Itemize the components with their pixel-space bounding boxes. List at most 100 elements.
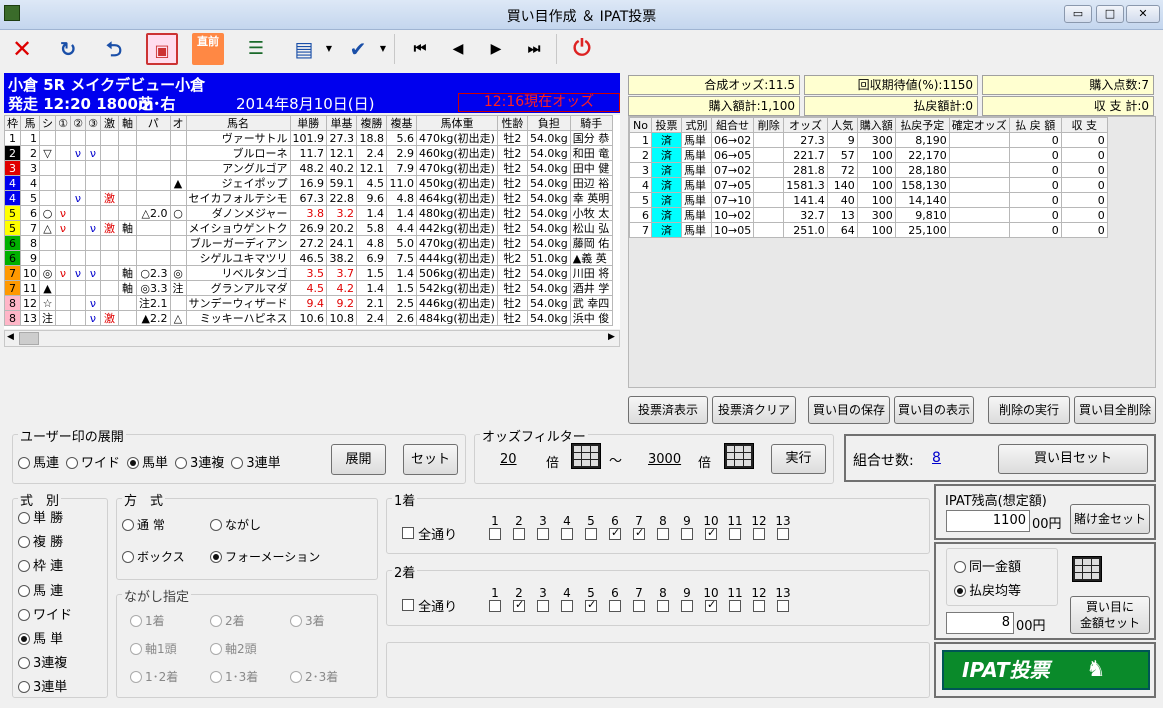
bet-row[interactable]: 7 済馬単 10→05 251.0 64 100 25,100 0 0 xyxy=(629,222,1108,238)
expand-button[interactable]: 展開 xyxy=(331,444,386,475)
horse-row[interactable]: 7 10 ◎ ν ν ν 軸 ○2.3 ◎ リベルタンゴ 3.5 3.7 1.5 1.4 506kg(初出走… xyxy=(4,265,613,281)
houshiki-opt-formation[interactable]: フォーメーション xyxy=(210,548,320,565)
horse-col-header[interactable]: 馬体重 xyxy=(416,115,498,131)
horse-col-header[interactable]: 騎手 xyxy=(569,115,613,131)
first-number-9[interactable]: 9 xyxy=(676,514,698,543)
shikibetsu-option[interactable]: 馬 連 xyxy=(18,580,72,604)
next-record-icon[interactable]: ▶ xyxy=(480,33,512,65)
second-number-6[interactable]: 6 xyxy=(604,586,626,615)
second-number-7[interactable]: 7 xyxy=(628,586,650,615)
horse-col-header[interactable]: ② xyxy=(70,115,86,131)
second-number-2[interactable]: 2 xyxy=(508,586,530,615)
ipat-vote-button[interactable]: IPAT投票 ♞ xyxy=(942,650,1150,690)
horse-col-header[interactable]: ① xyxy=(55,115,71,131)
checkbox-icon[interactable] xyxy=(489,600,501,612)
first-number-1[interactable]: 1 xyxy=(484,514,506,543)
radio-icon[interactable] xyxy=(18,632,30,645)
horse-col-header[interactable]: 性齢 xyxy=(496,115,528,131)
nagashi-opt[interactable]: 1･2着 xyxy=(130,668,178,685)
first-number-12[interactable]: 12 xyxy=(748,514,770,543)
first-number-5[interactable]: 5 xyxy=(580,514,602,543)
odds-window-icon[interactable]: ▣ xyxy=(146,33,178,65)
nagashi-opt[interactable]: 2着 xyxy=(210,612,245,629)
horse-row[interactable]: 7 11 ▲ 軸 ◎3.3 注グランアルマダ 4.5 4.2 1.4 1.5 542kg(初出走) 牡… xyxy=(4,280,613,296)
horse-col-header[interactable]: 単勝 xyxy=(289,115,327,131)
first-number-7[interactable]: 7 xyxy=(628,514,650,543)
shikibetsu-options[interactable]: 単 勝複 勝枠 連馬 連ワイド馬 単 3連複 3連単 xyxy=(18,507,72,701)
same-amount-option[interactable]: 同一金額 xyxy=(954,556,1021,575)
list-icon[interactable]: ☰ xyxy=(240,33,272,65)
undo-icon[interactable]: ⮌ xyxy=(98,33,130,65)
horse-row[interactable]: 5 7 △ ν ν 激軸メイショウゲントク 26.9 20.2 5.8 4.4 442kg(初出走)… xyxy=(4,220,613,236)
radio-icon[interactable] xyxy=(290,615,302,627)
radio-icon[interactable] xyxy=(18,681,30,694)
horse-row[interactable]: 3 3 アングルゴア 48.2 40.2 12.1 7.9 470kg(初出走) 牡2 54.0k… xyxy=(4,160,613,176)
horse-col-header[interactable]: 枠 xyxy=(4,115,21,131)
horse-table[interactable]: 枠馬シ ① ② ③ 激軸パオ馬名 単勝 単基 複勝 複基 馬体重 性齢 負担 騎手 1 1 ヴァーサトル 10… xyxy=(4,115,613,326)
minimize-button[interactable]: ▭ xyxy=(1064,5,1092,23)
chokuzen-icon[interactable]: 直前 xyxy=(192,33,224,65)
radio-icon[interactable] xyxy=(127,457,140,469)
bet-col-header[interactable]: 収 支 xyxy=(1060,117,1108,133)
checkbox-icon[interactable] xyxy=(402,599,414,611)
radio-icon[interactable] xyxy=(66,457,79,469)
show-bets-button[interactable]: 買い目の表示 xyxy=(894,396,974,424)
bet-col-header[interactable]: 購入額 xyxy=(856,117,896,133)
close-window-button[interactable]: ✕ xyxy=(1126,5,1160,23)
second-number-13[interactable]: 13 xyxy=(772,586,794,615)
horse-row[interactable]: 6 9 シゲルユキマツリ 46.5 38.2 6.9 7.5 444kg(初出走) 牝2 51.0… xyxy=(4,250,613,266)
nagashi-opt[interactable]: 1着 xyxy=(130,612,165,629)
horse-col-header[interactable]: 馬名 xyxy=(185,115,291,131)
maximize-button[interactable]: □ xyxy=(1096,5,1124,23)
bet-col-header[interactable]: 式別 xyxy=(681,117,712,133)
delete-exec-button[interactable]: 削除の実行 xyxy=(988,396,1070,424)
horse-table-scrollbar[interactable]: ◀ ▶ xyxy=(4,330,620,347)
checkbox-icon[interactable] xyxy=(537,528,549,540)
horse-row[interactable]: 4 4 ▲ ジェイポップ 16.9 59.1 4.5 11.0 450kg(初出走) 牡2 54.0… xyxy=(4,175,613,191)
horse-row[interactable]: 6 8 ブルーガーディアン 27.2 24.1 4.8 5.0 470kg(初出走) 牡2 54.… xyxy=(4,235,613,251)
user-mark-option[interactable]: 3連複 xyxy=(175,456,224,471)
delete-all-button[interactable]: 買い目全削除 xyxy=(1074,396,1156,424)
bet-row[interactable]: 2 済馬単 06→05 221.7 57 100 22,170 0 0 xyxy=(629,147,1108,163)
radio-icon[interactable] xyxy=(18,457,30,469)
radio-icon[interactable] xyxy=(210,519,222,531)
checkbox-icon[interactable] xyxy=(681,528,693,540)
shikibetsu-option[interactable]: 単 勝 xyxy=(18,507,72,531)
vote-dropdown-icon[interactable]: ▼ xyxy=(378,33,388,65)
bet-row[interactable]: 3 済馬単 07→02 281.8 72 100 28,180 0 0 xyxy=(629,162,1108,178)
radio-icon[interactable] xyxy=(122,551,134,563)
checkbox-icon[interactable] xyxy=(729,600,741,612)
horse-col-header[interactable]: 負担 xyxy=(526,115,571,131)
bet-col-header[interactable]: 払戻予定 xyxy=(894,117,950,133)
radio-icon[interactable] xyxy=(18,512,30,524)
calculator-icon[interactable] xyxy=(724,443,754,469)
horse-row[interactable]: 8 13 注 ν 激 ▲2.2 △ ミッキーハピネス 10.6 10.8 2.4 2.6 484kg(初… xyxy=(4,310,613,326)
nagashi-opt[interactable]: 軸1頭 xyxy=(130,640,177,657)
checkbox-icon[interactable] xyxy=(657,528,669,540)
checkbox-icon[interactable] xyxy=(513,528,525,540)
nagashi-opt[interactable]: 軸2頭 xyxy=(210,640,257,657)
first-number-2[interactable]: 2 xyxy=(508,514,530,543)
shikibetsu-option[interactable]: 3連単 xyxy=(18,676,72,700)
bet-row[interactable]: 4 済馬単 07→05 1581.3 140 100 158,130 0 0 xyxy=(629,177,1108,193)
second-number-12[interactable]: 12 xyxy=(748,586,770,615)
second-number-4[interactable]: 4 xyxy=(556,586,578,615)
kakekin-set-button[interactable]: 賭け金セット xyxy=(1070,504,1150,534)
radio-icon[interactable] xyxy=(130,671,142,683)
second-number-10[interactable]: 10 xyxy=(700,586,722,615)
bet-row[interactable]: 1 済馬単 06→02 27.3 9 300 8,190 0 0 xyxy=(629,132,1108,148)
horse-col-header[interactable]: 複勝 xyxy=(356,115,387,131)
horse-row[interactable]: 8 12 ☆ ν 注2.1 サンデーウィザード 9.4 9.2 2.1 2.5 446kg(初出走)… xyxy=(4,295,613,311)
horse-col-header[interactable]: 単基 xyxy=(326,115,357,131)
checkbox-icon[interactable] xyxy=(705,598,717,612)
horse-row[interactable]: 2 2 ▽ ν ν ブルローネ 11.7 12.1 2.4 2.9 460kg(初出走) 牡2 54.0… xyxy=(4,145,613,161)
checkbox-icon[interactable] xyxy=(513,598,525,612)
bet-col-header[interactable]: 払 戻 額 xyxy=(1008,117,1062,133)
document-dropdown-icon[interactable]: ▼ xyxy=(324,33,334,65)
user-mark-options[interactable]: 馬連 ワイド 馬単 3連複 3連単 xyxy=(18,452,288,471)
horse-col-header[interactable]: 激 xyxy=(100,115,119,131)
radio-icon[interactable] xyxy=(954,561,966,573)
bet-col-header[interactable]: 人気 xyxy=(826,117,858,133)
payout-equal-option[interactable]: 払戻均等 xyxy=(954,580,1021,599)
bet-table[interactable]: No 投票 式別 組合せ 削除 オッズ 人気 購入額 払戻予定 確定オッズ払 戻 額収 支 1済馬… xyxy=(629,117,1108,238)
